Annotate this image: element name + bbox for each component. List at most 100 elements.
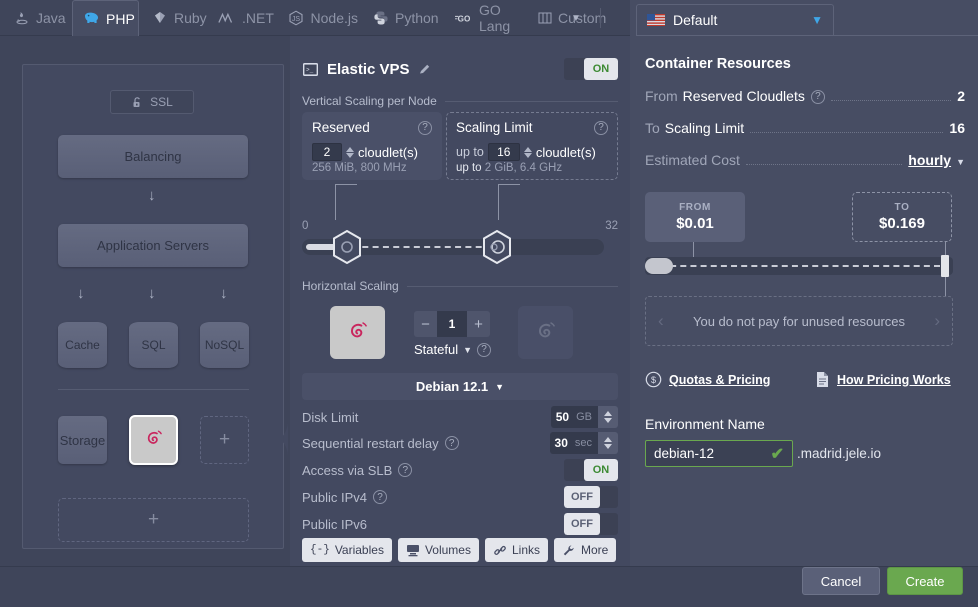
node-count-decrement[interactable]: −	[414, 311, 437, 337]
topology-layer-app-servers[interactable]: Application Servers	[58, 224, 248, 267]
unused-note-text: You do not pay for unused resources	[693, 313, 905, 329]
stateful-help-icon[interactable]: ?	[477, 342, 492, 357]
button-label: Volumes	[424, 543, 471, 557]
tab-label: GO Lang	[479, 2, 511, 34]
restart-delay-label: Sequential restart delay	[302, 435, 439, 451]
horizontal-scaling-section-header: Horizontal Scaling	[302, 279, 618, 293]
unused-resources-note: ‹ You do not pay for unused resources ›	[645, 296, 953, 346]
node-count-increment[interactable]: +	[467, 311, 490, 337]
note-next-button[interactable]: ›	[934, 311, 940, 331]
scaling-limit-help-icon[interactable]: ?	[594, 120, 608, 135]
cost-slider-from-handle[interactable]	[645, 258, 673, 274]
environment-name-input[interactable]: debian-12 ✔	[645, 440, 793, 467]
chevron-down-icon[interactable]: ▼	[956, 157, 965, 167]
scaling-limit-input[interactable]: 16	[487, 143, 520, 161]
note-prev-button[interactable]: ‹	[658, 311, 664, 331]
volumes-button[interactable]: Volumes	[397, 538, 479, 562]
restart-delay-stepper[interactable]	[598, 432, 618, 454]
disk-limit-label: Disk Limit	[302, 409, 359, 425]
slider-reserved-handle[interactable]	[332, 230, 362, 264]
disk-limit-stepper[interactable]	[598, 406, 618, 428]
tab-label: Python	[395, 10, 439, 26]
more-button[interactable]: More	[554, 538, 617, 562]
access-slb-row: Access via SLB ? ON	[302, 459, 618, 481]
topology-layer-balancing[interactable]: Balancing	[58, 135, 248, 178]
topology-db-sql[interactable]: SQL	[129, 322, 178, 368]
toggle-state-label: ON	[584, 459, 618, 481]
reserved-help-icon[interactable]: ?	[418, 120, 432, 135]
section-label: Vertical Scaling per Node	[302, 94, 437, 108]
restart-delay-row: Sequential restart delay ? 30 sec	[302, 432, 618, 454]
tab-nodejs[interactable]: JS Node.js	[278, 0, 368, 36]
links-button[interactable]: Links	[484, 538, 548, 562]
access-slb-toggle[interactable]: ON	[564, 459, 618, 481]
more-tabs-caret-icon[interactable]: ▼	[562, 0, 590, 36]
slider-limit-handle[interactable]	[482, 230, 512, 264]
tab-label: PHP	[106, 10, 135, 27]
reserved-stepper[interactable]	[346, 146, 354, 158]
scaling-limit-stepper[interactable]	[523, 146, 532, 158]
cost-slider-dash	[660, 265, 940, 267]
access-slb-help-icon[interactable]: ?	[398, 463, 413, 477]
public-ipv4-toggle[interactable]: OFF	[564, 486, 618, 508]
reserved-cloudlets-help-icon[interactable]: ?	[810, 89, 825, 104]
tab-java[interactable]: Java	[4, 0, 72, 36]
topology-add-layer-button[interactable]: +	[58, 498, 249, 542]
node-instance-1[interactable]	[330, 306, 385, 359]
tab-ruby[interactable]: Ruby	[142, 0, 214, 36]
valid-check-icon: ✔	[770, 445, 784, 463]
toggle-state-label: ON	[584, 58, 618, 80]
debian-logo-icon	[538, 321, 555, 337]
restart-delay-value[interactable]: 30	[549, 432, 573, 454]
vertical-scaling-slider[interactable]: 0 32	[302, 184, 618, 264]
price-from-amount: $0.01	[676, 215, 714, 232]
dollar-circle-icon: $	[645, 371, 662, 388]
tab-php[interactable]: PHP	[72, 0, 139, 36]
node-count-value[interactable]: 1	[437, 311, 467, 337]
node-instance-ghost[interactable]	[518, 306, 573, 359]
billing-period-value[interactable]: hourly	[908, 152, 951, 168]
how-pricing-works-link[interactable]: How Pricing Works	[815, 371, 951, 388]
public-ipv6-toggle[interactable]: OFF	[564, 513, 618, 535]
topology-selected-debian-node[interactable]	[129, 415, 178, 465]
cancel-button[interactable]: Cancel	[802, 567, 880, 595]
stateful-selector[interactable]: Stateful ▼ ?	[414, 342, 492, 357]
ssl-badge[interactable]: SSL	[110, 90, 194, 114]
quotas-pricing-link[interactable]: $ Quotas & Pricing	[645, 371, 770, 388]
scaling-limit-value: 16	[949, 120, 965, 136]
region-selector-tab[interactable]: Default ▼	[636, 4, 834, 36]
tab-golang[interactable]: GO GO Lang	[445, 0, 527, 36]
topology-storage[interactable]: Storage	[58, 416, 107, 464]
tab-label: Ruby	[174, 10, 207, 26]
public-ipv4-help-icon[interactable]: ?	[373, 490, 388, 504]
restart-delay-field[interactable]: 30 sec	[549, 432, 618, 454]
plus-icon: +	[218, 429, 231, 450]
node-count-control[interactable]: − 1 +	[414, 311, 490, 337]
plus-icon: +	[147, 509, 160, 530]
link-label: Quotas & Pricing	[669, 372, 771, 387]
topology-db-cache[interactable]: Cache	[58, 322, 107, 368]
reserved-cloudlets-input[interactable]: 2	[312, 143, 342, 161]
chevron-down-icon: ▼	[495, 381, 505, 392]
cost-slider-to-handle[interactable]	[941, 255, 949, 277]
restart-delay-help-icon[interactable]: ?	[444, 436, 459, 450]
topology-db-nosql[interactable]: NoSQL	[200, 322, 249, 368]
pencil-icon[interactable]	[418, 62, 432, 76]
public-ipv4-row: Public IPv4 ? OFF	[302, 486, 618, 508]
disk-limit-value[interactable]: 50	[550, 406, 575, 428]
php-elephant-icon	[83, 10, 100, 28]
environment-name-value: debian-12	[654, 446, 715, 461]
svg-text:$: $	[651, 375, 656, 385]
chevron-down-icon[interactable]: ▼	[811, 13, 823, 27]
toggle-state-label: OFF	[564, 486, 600, 508]
storage-label: Storage	[59, 432, 106, 448]
topology-add-node-button[interactable]: +	[200, 416, 249, 464]
tab-python[interactable]: Python	[363, 0, 443, 36]
right-tab-fill	[630, 36, 978, 37]
create-button[interactable]: Create	[887, 567, 963, 595]
tab-dotnet[interactable]: .NET	[208, 0, 280, 36]
elastic-vps-power-toggle[interactable]: ON	[564, 58, 618, 80]
disk-limit-field[interactable]: 50 GB	[550, 406, 618, 428]
os-version-selector[interactable]: Debian 12.1 ▼	[302, 373, 618, 400]
variables-button[interactable]: {-} Variables	[302, 538, 392, 562]
